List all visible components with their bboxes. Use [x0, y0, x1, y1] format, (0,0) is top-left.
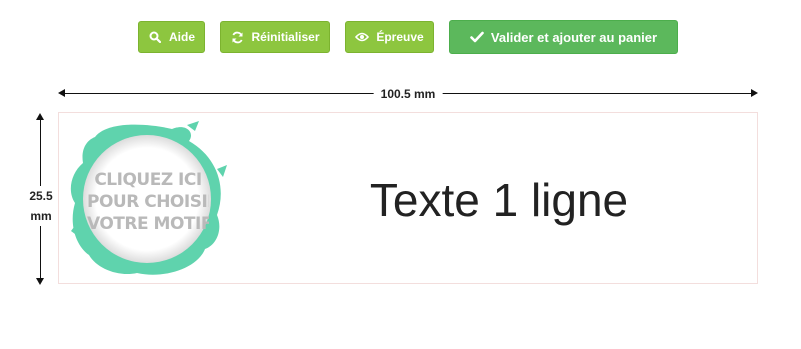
width-dimension: 100.5 mm [58, 86, 758, 102]
motif-line-2: POUR CHOISIR [87, 192, 209, 212]
arrow-left-icon [58, 89, 65, 97]
help-button[interactable]: Aide [138, 21, 205, 53]
plate-text[interactable]: Texte 1 ligne [279, 165, 719, 235]
toolbar: Aide Réinitialiser Épreuve Valider et aj… [0, 20, 801, 54]
height-unit: mm [30, 209, 52, 223]
help-button-label: Aide [168, 30, 195, 44]
validate-button-label: Valider et ajouter au panier [490, 29, 658, 45]
height-value: 25.5 [29, 189, 53, 203]
reset-button-label: Réinitialiser [251, 30, 320, 44]
proof-button-label: Épreuve [376, 30, 424, 44]
height-label: 25.5 mm [22, 186, 60, 226]
check-icon [470, 30, 484, 44]
eye-icon [355, 30, 370, 44]
reset-button[interactable]: Réinitialiser [220, 21, 330, 53]
width-label: 100.5 mm [373, 86, 443, 102]
motif-placeholder-text: CLIQUEZ ICI POUR CHOISIR VOTRE MOTIF [87, 169, 209, 235]
motif-line-1: CLIQUEZ ICI [94, 170, 202, 190]
search-icon [148, 30, 162, 44]
arrow-right-icon [751, 89, 758, 97]
choose-motif-button[interactable]: CLIQUEZ ICI POUR CHOISIR VOTRE MOTIF [67, 119, 227, 279]
refresh-icon [230, 30, 244, 44]
arrow-up-icon [36, 113, 44, 120]
validate-add-to-cart-button[interactable]: Valider et ajouter au panier [449, 20, 678, 54]
motif-line-3: VOTRE MOTIF [87, 214, 209, 234]
proof-button[interactable]: Épreuve [345, 21, 434, 53]
nameplate-preview: CLIQUEZ ICI POUR CHOISIR VOTRE MOTIF Tex… [58, 112, 758, 284]
arrow-down-icon [36, 278, 44, 285]
